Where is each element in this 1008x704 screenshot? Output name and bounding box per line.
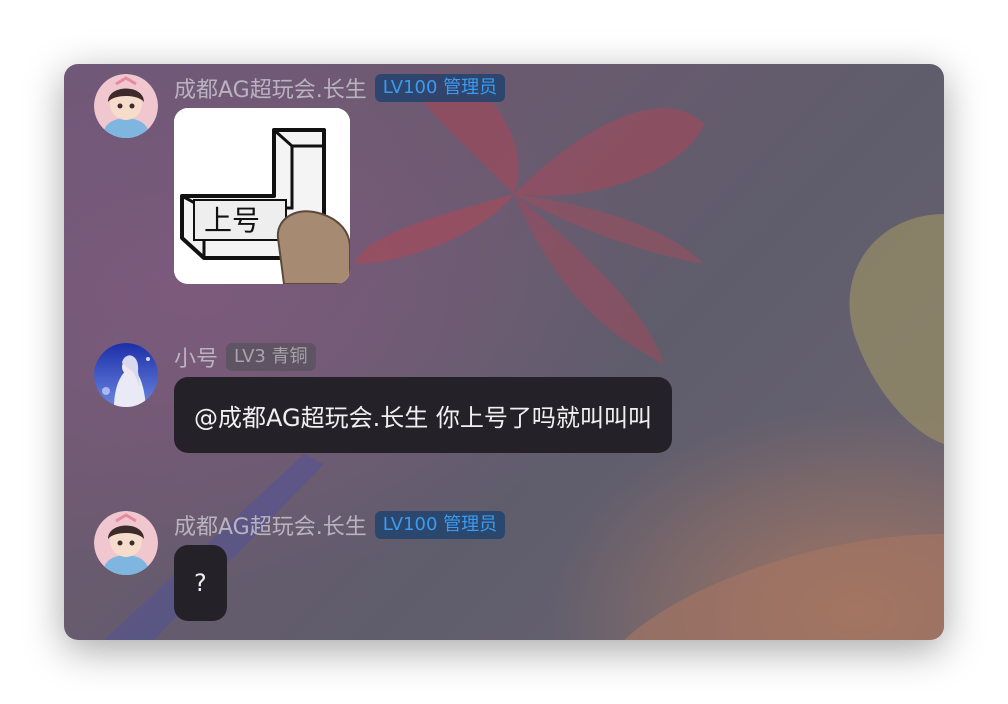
sticker-text: 上号 — [204, 204, 260, 237]
level-badge: LV100 管理员 — [374, 511, 506, 539]
level-badge: LV100 管理员 — [374, 74, 506, 102]
user-avatar[interactable] — [94, 343, 158, 407]
message-bubble[interactable]: ? — [174, 545, 227, 621]
username[interactable]: 小号 — [174, 341, 218, 373]
chat-window: 成都AG超玩会.长生 LV100 管理员 上号 小号 LV3 青铜 @成都AG超… — [64, 64, 944, 640]
user-avatar[interactable] — [94, 511, 158, 575]
sticker-image[interactable]: 上号 — [174, 108, 350, 284]
user-avatar[interactable] — [94, 74, 158, 138]
level-badge: LV3 青铜 — [226, 343, 316, 371]
message-bubble[interactable]: @成都AG超玩会.长生 你上号了吗就叫叫叫 — [174, 377, 672, 453]
username[interactable]: 成都AG超玩会.长生 — [174, 509, 367, 541]
username[interactable]: 成都AG超玩会.长生 — [174, 72, 367, 104]
